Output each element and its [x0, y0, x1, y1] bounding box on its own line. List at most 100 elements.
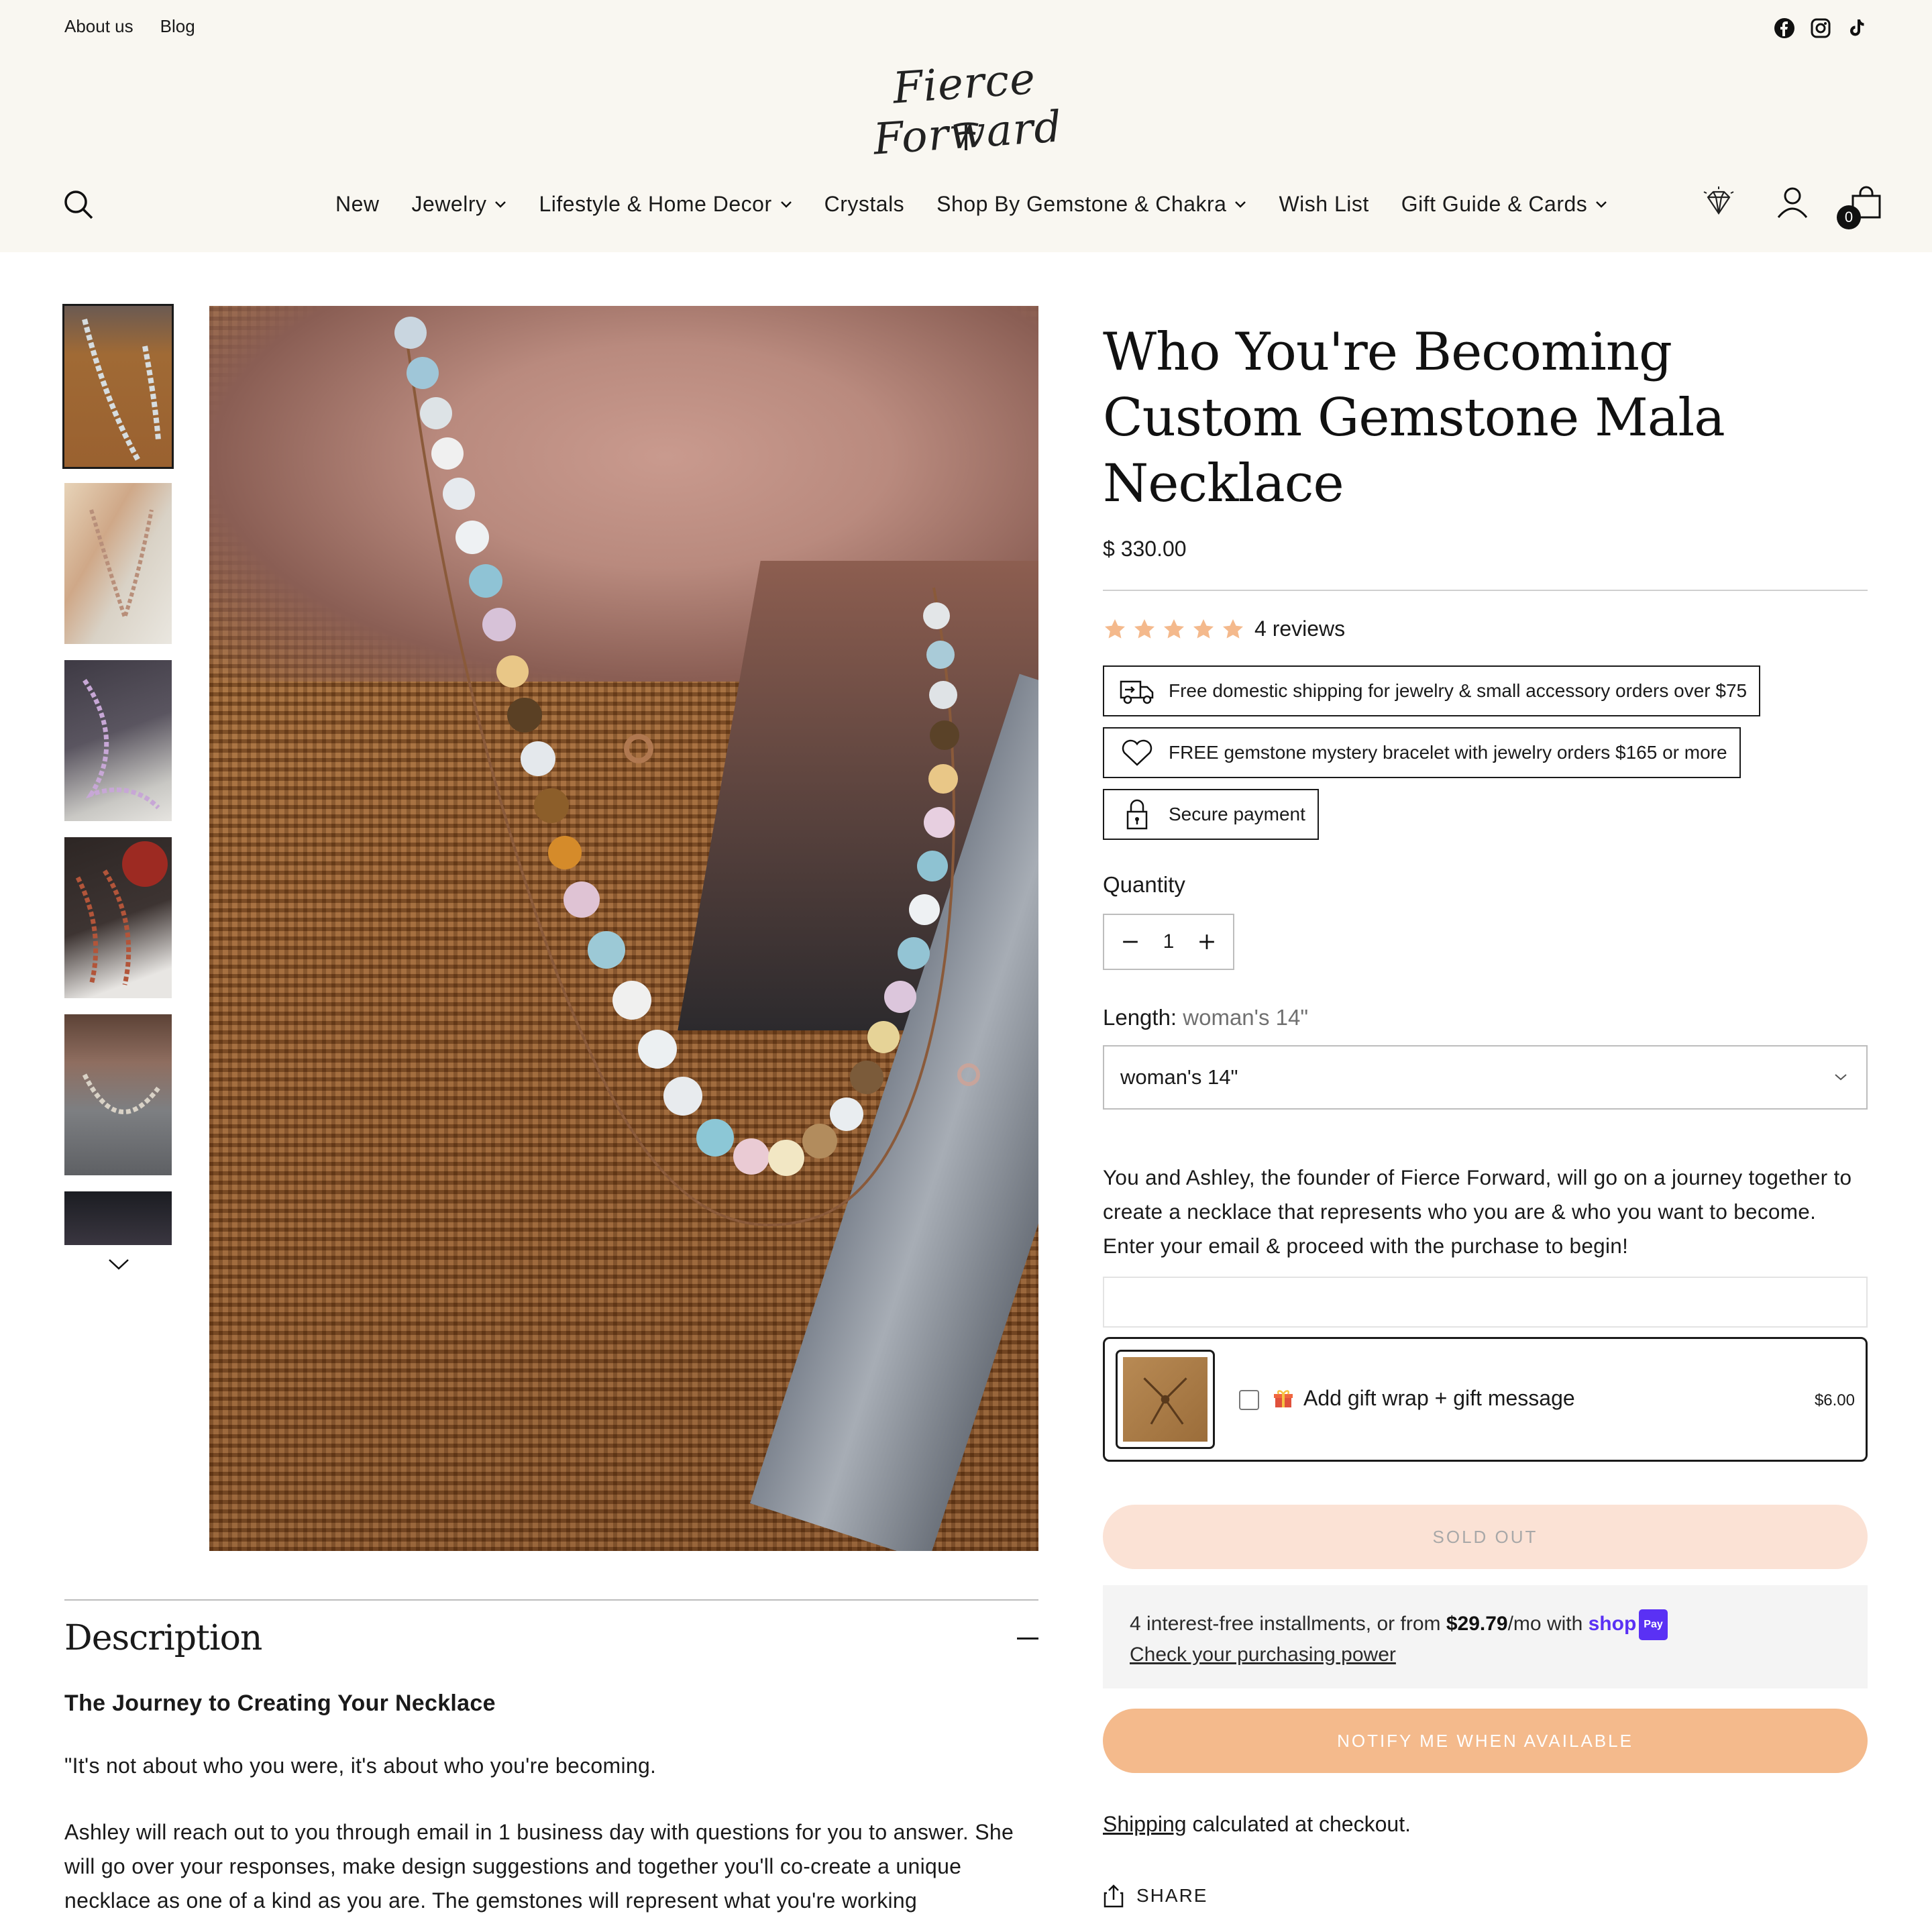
- nav-crystals[interactable]: Crystals: [824, 192, 905, 217]
- perk-list: Free domestic shipping for jewelry & sma…: [1103, 665, 1868, 840]
- thumbnail-2[interactable]: [64, 483, 172, 644]
- description-subheading: The Journey to Creating Your Necklace: [64, 1690, 496, 1716]
- cart-icon[interactable]: 0: [1837, 185, 1884, 229]
- thumbnail-4[interactable]: [64, 837, 172, 998]
- share-label: SHARE: [1136, 1885, 1208, 1906]
- thumbnail-list: [62, 304, 174, 1270]
- plus-icon[interactable]: [1198, 933, 1216, 951]
- perk-free-shipping: Free domestic shipping for jewelry & sma…: [1103, 665, 1761, 716]
- length-label-value: woman's 14": [1183, 1005, 1309, 1030]
- collapse-icon: [1017, 1637, 1038, 1640]
- shipping-link[interactable]: Shipping: [1103, 1812, 1187, 1836]
- search-icon[interactable]: [63, 189, 94, 220]
- gift-icon: [1274, 1389, 1293, 1407]
- chevron-down-icon: [1235, 201, 1246, 208]
- share-button[interactable]: SHARE: [1103, 1884, 1868, 1908]
- share-icon: [1104, 1884, 1124, 1908]
- tiktok-icon[interactable]: [1846, 17, 1868, 39]
- thumbnail-3[interactable]: [64, 660, 172, 821]
- nav-label: Wish List: [1279, 192, 1369, 216]
- quantity-value[interactable]: 1: [1163, 930, 1175, 953]
- shop-pay-installments: 4 interest-free installments, or from $2…: [1103, 1585, 1868, 1688]
- nav-jewelry[interactable]: Jewelry: [412, 192, 507, 217]
- logo-mark-icon: [953, 122, 979, 150]
- chevron-down-icon: [1835, 1074, 1847, 1081]
- perk-mystery-bracelet: FREE gemstone mystery bracelet with jewe…: [1103, 727, 1741, 778]
- chevron-down-icon: [1596, 201, 1607, 208]
- minus-icon[interactable]: [1122, 933, 1139, 951]
- lock-icon: [1126, 799, 1148, 830]
- description-section: Description The Journey to Creating Your…: [64, 1599, 1038, 1918]
- star-icon: [1223, 619, 1243, 639]
- quantity-stepper: 1: [1103, 914, 1234, 970]
- product-intro: You and Ashley, the founder of Fierce Fo…: [1103, 1165, 1852, 1258]
- utility-links: About us Blog: [64, 16, 195, 37]
- star-icon: [1193, 619, 1214, 639]
- perk-text: FREE gemstone mystery bracelet with jewe…: [1169, 742, 1727, 763]
- brand-logo[interactable]: Fierce Forward: [852, 54, 1080, 165]
- account-icon[interactable]: [1775, 185, 1810, 220]
- chevron-down-icon[interactable]: [107, 1257, 130, 1272]
- product-rating[interactable]: 4 reviews: [1103, 616, 1868, 641]
- gift-box: [1123, 1357, 1208, 1442]
- reviews-count: 4 reviews: [1254, 616, 1346, 641]
- nav-label: Gift Guide & Cards: [1401, 192, 1588, 216]
- gift-wrap-label-row: Add gift wrap + gift message: [1273, 1386, 1575, 1411]
- installments-prefix: 4 interest-free installments, or from: [1130, 1613, 1446, 1635]
- instagram-icon[interactable]: [1810, 17, 1831, 39]
- length-select[interactable]: woman's 14": [1103, 1045, 1868, 1110]
- shipping-text: calculated at checkout.: [1186, 1812, 1411, 1836]
- nav-shop-by-gemstone[interactable]: Shop By Gemstone & Chakra: [936, 192, 1246, 217]
- nav-label: New: [335, 192, 380, 216]
- email-field[interactable]: [1103, 1277, 1868, 1328]
- description-heading: Description: [64, 1618, 262, 1658]
- description-accordion-header[interactable]: Description: [64, 1618, 1038, 1658]
- perk-secure-payment: Secure payment: [1103, 789, 1319, 840]
- cart-count-badge: 0: [1837, 205, 1861, 229]
- shop-pay-logo: shop: [1588, 1613, 1637, 1635]
- product-info: Who You're Becoming Custom Gemstone Mala…: [1103, 306, 1868, 1908]
- nav-lifestyle-home-decor[interactable]: Lifestyle & Home Decor: [539, 192, 792, 217]
- length-label-text: Length:: [1103, 1005, 1177, 1030]
- thumbnail-6[interactable]: [64, 1191, 172, 1245]
- about-us-link[interactable]: About us: [64, 16, 133, 37]
- shipping-note: Shipping calculated at checkout.: [1103, 1812, 1868, 1837]
- product-title: Who You're Becoming Custom Gemstone Mala…: [1103, 322, 1725, 514]
- site-header: About us Blog Fierce Forward New Jewelry…: [0, 0, 1932, 252]
- nav-label: Shop By Gemstone & Chakra: [936, 192, 1227, 216]
- nav-label: Jewelry: [411, 192, 487, 216]
- purchasing-power-link[interactable]: Check your purchasing power: [1130, 1644, 1396, 1666]
- nav-wish-list[interactable]: Wish List: [1279, 192, 1368, 217]
- diamond-rewards-icon[interactable]: [1701, 185, 1736, 220]
- main-nav: New Jewelry Lifestyle & Home Decor Cryst…: [335, 192, 1607, 217]
- notify-me-button[interactable]: NOTIFY ME WHEN AVAILABLE: [1103, 1709, 1868, 1773]
- installments-suffix: /mo with: [1507, 1613, 1589, 1635]
- length-select-value: woman's 14": [1120, 1065, 1238, 1089]
- star-icon: [1134, 619, 1155, 639]
- nav-new[interactable]: New: [335, 192, 380, 217]
- gift-wrap-label: Add gift wrap + gift message: [1303, 1386, 1575, 1410]
- nav-gift-guide[interactable]: Gift Guide & Cards: [1401, 192, 1608, 217]
- star-icon: [1105, 619, 1125, 639]
- perk-text: Free domestic shipping for jewelry & sma…: [1169, 680, 1748, 701]
- bead-strand: [394, 317, 959, 1176]
- header-icons: 0: [1701, 185, 1884, 229]
- necklace-beads: [394, 317, 980, 1227]
- thumbnail-5[interactable]: [64, 1014, 172, 1175]
- heart-icon: [1122, 739, 1152, 766]
- gift-wrap-option[interactable]: Add gift wrap + gift message $6.00: [1103, 1337, 1868, 1462]
- facebook-icon[interactable]: [1774, 17, 1795, 39]
- perk-text: Secure payment: [1169, 804, 1305, 824]
- thumbnail-1[interactable]: [62, 304, 174, 469]
- chevron-down-icon: [780, 201, 792, 208]
- sold-out-button[interactable]: SOLD OUT: [1103, 1505, 1868, 1569]
- installments-line: 4 interest-free installments, or from $2…: [1130, 1609, 1841, 1641]
- shop-pay-badge: Pay: [1639, 1609, 1668, 1641]
- gift-wrap-checkbox[interactable]: [1239, 1390, 1259, 1410]
- gift-wrap-image: [1116, 1350, 1215, 1449]
- blog-link[interactable]: Blog: [160, 16, 195, 37]
- product-main-image[interactable]: [209, 306, 1038, 1551]
- social-links: [1774, 17, 1868, 39]
- installments-amount: $29.79: [1446, 1613, 1508, 1635]
- quantity-label: Quantity: [1103, 872, 1185, 897]
